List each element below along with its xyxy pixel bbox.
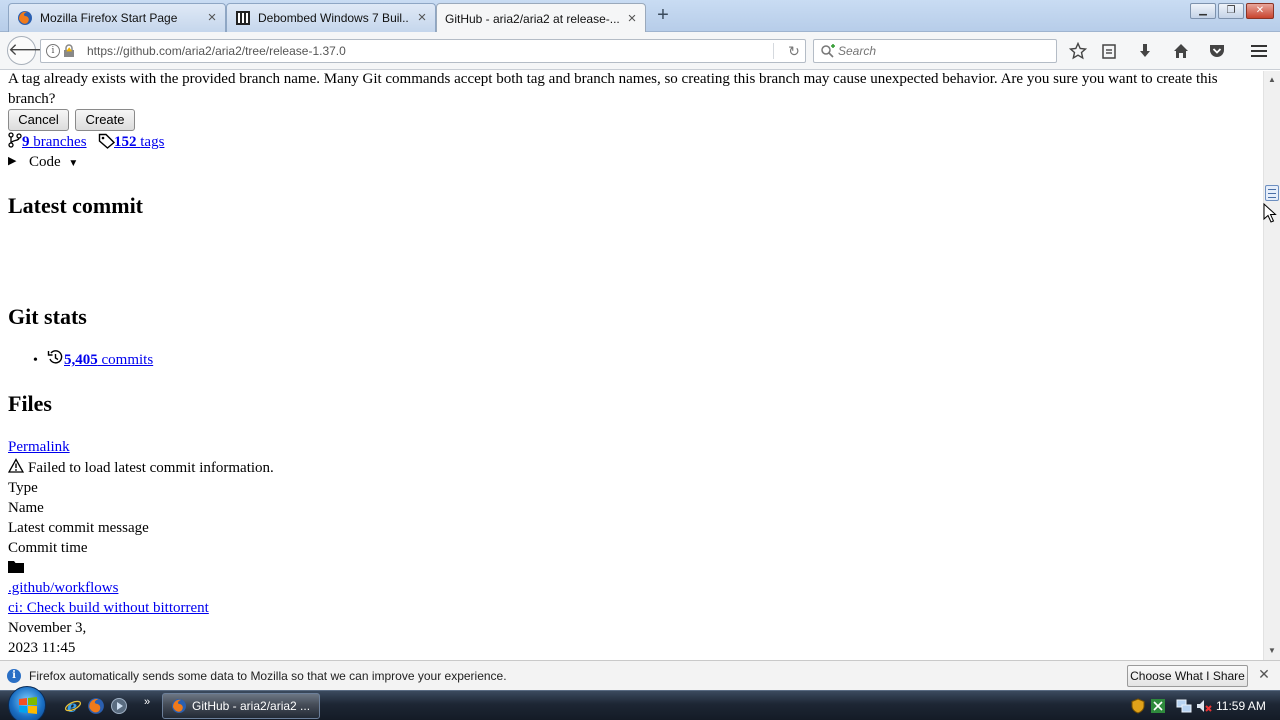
pocket-icon[interactable] <box>1208 42 1226 60</box>
new-tab-button[interactable]: + <box>652 5 674 27</box>
navigation-toolbar: 🡐 i https://github.com/aria2/aria2/tree/… <box>0 32 1280 70</box>
warning-text-line-2: branch? <box>8 91 56 107</box>
commit-message-link[interactable]: ci: Check build without bittorrent <box>8 600 209 617</box>
internet-explorer-icon[interactable]: e <box>64 697 82 715</box>
info-icon: i <box>7 669 21 683</box>
notification-text: Firefox automatically sends some data to… <box>29 669 507 683</box>
branches-label: branches <box>33 134 87 150</box>
caret-down-icon: ▼ <box>68 158 79 169</box>
chevron-right-icon[interactable]: » <box>144 696 150 708</box>
disclosure-triangle-icon[interactable]: ▶ <box>8 154 16 167</box>
files-heading: Files <box>8 391 52 416</box>
spreadsheet-icon[interactable] <box>1150 698 1166 714</box>
commits-count: 5,405 <box>64 352 98 368</box>
tags-label: tags <box>140 134 165 150</box>
tags-link[interactable]: 152 tags <box>114 134 164 151</box>
minimize-button[interactable]: ▁ <box>1190 3 1216 19</box>
column-header-message: Latest commit message <box>8 520 149 536</box>
url-divider <box>773 43 774 59</box>
close-icon[interactable]: ✕ <box>1257 667 1271 681</box>
url-bar[interactable]: i https://github.com/aria2/aria2/tree/re… <box>40 39 806 63</box>
shield-icon[interactable] <box>1130 698 1146 714</box>
tags-count: 152 <box>114 134 137 150</box>
home-icon[interactable] <box>1172 42 1190 60</box>
bookmarks-menu-icon[interactable] <box>1100 42 1118 60</box>
notification-bar: i Firefox automatically sends some data … <box>0 660 1280 690</box>
column-header-name: Name <box>8 500 44 516</box>
page-content: A tag already exists with the provided b… <box>0 71 1263 660</box>
file-link-github-workflows[interactable]: .github/workflows <box>8 580 118 597</box>
scrollbar-thumb[interactable] <box>1265 185 1279 201</box>
firefox-icon <box>18 11 32 25</box>
scroll-up-arrow-icon[interactable]: ▲ <box>1266 74 1278 86</box>
system-clock[interactable]: 11:59 AM <box>1216 699 1266 713</box>
hamburger-menu-icon[interactable] <box>1250 42 1268 60</box>
tab-title: Debombed Windows 7 Buil... <box>258 11 409 25</box>
tab-strip: Mozilla Firefox Start Page × Debombed Wi… <box>0 0 1280 33</box>
bookmark-star-icon[interactable] <box>1069 42 1087 60</box>
tab-title: GitHub - aria2/aria2 at release-... <box>445 11 619 26</box>
window-close-button[interactable]: ✕ <box>1246 3 1274 19</box>
firefox-icon[interactable] <box>87 697 105 715</box>
lock-warning-icon[interactable] <box>63 44 75 58</box>
firefox-icon <box>172 699 186 713</box>
commits-label: commits <box>101 352 154 368</box>
network-icon[interactable] <box>1176 698 1192 714</box>
branches-count: 9 <box>22 134 30 150</box>
restore-button[interactable]: ❐ <box>1218 3 1244 19</box>
folder-icon <box>8 561 24 573</box>
download-icon[interactable] <box>1136 42 1154 60</box>
reload-icon[interactable]: ↻ <box>785 42 803 60</box>
search-icon[interactable] <box>820 44 836 58</box>
close-icon[interactable]: × <box>415 10 429 25</box>
commits-link[interactable]: 5,405 commits <box>64 352 153 369</box>
failed-message: Failed to load latest commit information… <box>28 460 274 476</box>
taskbar-item-firefox[interactable]: GitHub - aria2/aria2 ... <box>162 693 320 719</box>
git-stats-heading: Git stats <box>8 304 87 329</box>
commit-date-line-2: 2023 11:45 <box>8 640 76 656</box>
branches-link[interactable]: 9 branches <box>22 134 87 151</box>
permalink-link[interactable]: Permalink <box>8 439 70 456</box>
url-text[interactable]: https://github.com/aria2/aria2/tree/rele… <box>87 44 346 58</box>
code-dropdown[interactable]: Code ▼ <box>29 154 78 171</box>
tab-firefox-start[interactable]: Mozilla Firefox Start Page × <box>8 3 226 32</box>
windows-logo-icon <box>19 697 37 714</box>
volume-muted-icon[interactable] <box>1196 698 1212 714</box>
cancel-button[interactable]: Cancel <box>8 109 69 131</box>
commit-date-line-1: November 3, <box>8 620 87 636</box>
taskbar: e » GitHub - aria2/aria2 ... 11:59 AM <box>0 686 1280 720</box>
info-icon[interactable]: i <box>46 44 60 58</box>
tab-github-aria2[interactable]: GitHub - aria2/aria2 at release-... × <box>436 3 646 33</box>
list-bullet: • <box>33 353 38 368</box>
media-player-icon[interactable] <box>110 697 128 715</box>
close-icon[interactable]: × <box>625 11 639 26</box>
taskbar-item-label: GitHub - aria2/aria2 ... <box>192 699 311 713</box>
branch-icon <box>8 132 22 148</box>
start-button[interactable] <box>8 686 46 720</box>
tab-title: Mozilla Firefox Start Page <box>40 11 178 25</box>
page-icon <box>236 11 250 25</box>
code-label: Code <box>29 154 61 170</box>
history-icon <box>47 350 63 364</box>
latest-commit-heading: Latest commit <box>8 193 144 218</box>
scroll-down-arrow-icon[interactable]: ▼ <box>1266 645 1278 657</box>
vertical-scrollbar[interactable]: ▲ ▼ <box>1263 71 1280 660</box>
alert-icon <box>8 458 24 473</box>
search-bar[interactable] <box>813 39 1057 63</box>
back-button[interactable]: 🡐 <box>7 36 54 65</box>
warning-text-line-1: A tag already exists with the provided b… <box>8 71 1218 87</box>
column-header-time: Commit time <box>8 540 88 556</box>
tab-debombed[interactable]: Debombed Windows 7 Buil... × <box>226 3 436 32</box>
column-header-type: Type <box>8 480 38 496</box>
svg-text:e: e <box>67 697 77 715</box>
choose-what-i-share-button[interactable]: Choose What I Share <box>1127 665 1248 687</box>
mouse-cursor-icon <box>1263 203 1277 223</box>
close-icon[interactable]: × <box>205 10 219 25</box>
create-button[interactable]: Create <box>75 109 135 131</box>
search-input[interactable] <box>838 41 1048 61</box>
